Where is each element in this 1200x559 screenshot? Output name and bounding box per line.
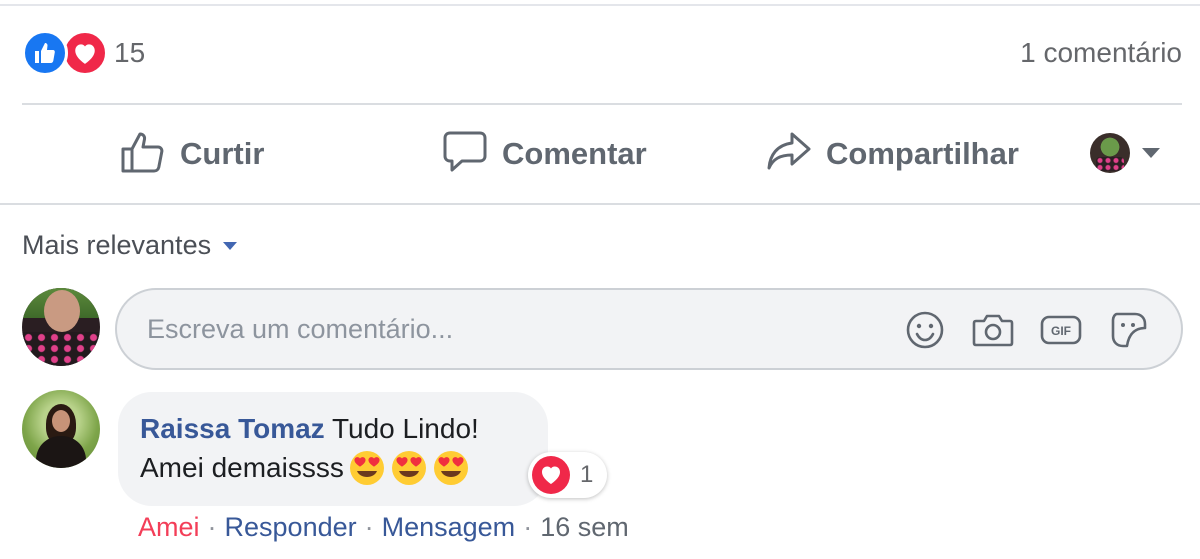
share-label: Compartilhar bbox=[826, 136, 1019, 171]
comment-label: Comentar bbox=[502, 136, 647, 171]
comment-reaction-count: 1 bbox=[580, 461, 594, 488]
camera-icon[interactable] bbox=[971, 308, 1015, 352]
heart-eyes-emoji-icon bbox=[348, 449, 386, 487]
amei-button[interactable]: Amei bbox=[138, 512, 200, 543]
avatar[interactable] bbox=[22, 390, 100, 468]
avatar-face bbox=[44, 290, 80, 332]
comment-sort-dropdown[interactable]: Mais relevantes bbox=[22, 230, 238, 261]
react-as-selector[interactable] bbox=[1090, 133, 1160, 173]
reactions-count-button[interactable]: 15 bbox=[22, 30, 145, 76]
comment-reactions-button[interactable]: 1 bbox=[528, 452, 608, 498]
love-icon bbox=[62, 30, 108, 76]
caret-down-icon bbox=[223, 241, 238, 250]
love-icon bbox=[532, 456, 570, 494]
comment-timestamp[interactable]: 16 sem bbox=[540, 512, 629, 543]
comment-composer: GIF bbox=[115, 288, 1183, 370]
caret-down-icon bbox=[1142, 148, 1160, 158]
share-arrow-icon bbox=[766, 130, 812, 179]
avatar[interactable] bbox=[22, 288, 100, 366]
heart-eyes-emoji-icon bbox=[390, 449, 428, 487]
comment-text: Tudo Lindo! bbox=[331, 413, 479, 444]
avatar-clothing bbox=[22, 332, 100, 366]
speech-bubble-icon bbox=[442, 130, 488, 179]
sticker-icon[interactable] bbox=[1107, 308, 1151, 352]
thumbs-up-icon bbox=[120, 130, 166, 179]
divider bbox=[0, 203, 1200, 205]
separator: · bbox=[207, 512, 217, 542]
avatar bbox=[1090, 133, 1130, 173]
sort-label: Mais relevantes bbox=[22, 230, 212, 260]
avatar-body bbox=[36, 436, 86, 468]
avatar-face bbox=[52, 410, 70, 432]
heart-eyes-emoji-icon bbox=[432, 449, 470, 487]
like-button[interactable]: Curtir bbox=[120, 115, 264, 193]
comment-bubble: Raissa Tomaz Tudo Lindo! Amei demaissss bbox=[118, 392, 548, 506]
comment-first-line: Raissa Tomaz Tudo Lindo! bbox=[140, 410, 526, 448]
like-label: Curtir bbox=[180, 136, 265, 171]
message-button[interactable]: Mensagem bbox=[382, 512, 516, 543]
composer-tools: GIF bbox=[879, 308, 1151, 352]
comments-count-link[interactable]: 1 comentário bbox=[1020, 37, 1182, 69]
comment-input[interactable] bbox=[147, 313, 867, 345]
top-divider bbox=[0, 0, 1200, 6]
separator: · bbox=[364, 512, 374, 542]
like-icon bbox=[22, 30, 68, 76]
comment-author-link[interactable]: Raissa Tomaz bbox=[140, 413, 325, 444]
separator: · bbox=[523, 512, 533, 542]
emoji-icon[interactable] bbox=[903, 308, 947, 352]
divider bbox=[22, 103, 1182, 105]
comment-actions: Amei · Responder · Mensagem · 16 sem bbox=[138, 512, 629, 543]
post-actions-bar: Curtir Comentar Compartilhar bbox=[0, 115, 1200, 193]
share-button[interactable]: Compartilhar bbox=[766, 115, 1019, 193]
svg-text:GIF: GIF bbox=[1051, 324, 1071, 338]
comment-second-line: Amei demaissss bbox=[140, 448, 526, 488]
comment-button[interactable]: Comentar bbox=[442, 115, 647, 193]
reply-button[interactable]: Responder bbox=[225, 512, 357, 543]
reaction-count: 15 bbox=[114, 37, 146, 68]
comment-text: Amei demaissss bbox=[140, 452, 344, 483]
gif-icon[interactable]: GIF bbox=[1039, 308, 1083, 352]
reactions-summary: 15 1 comentário bbox=[22, 26, 1182, 80]
